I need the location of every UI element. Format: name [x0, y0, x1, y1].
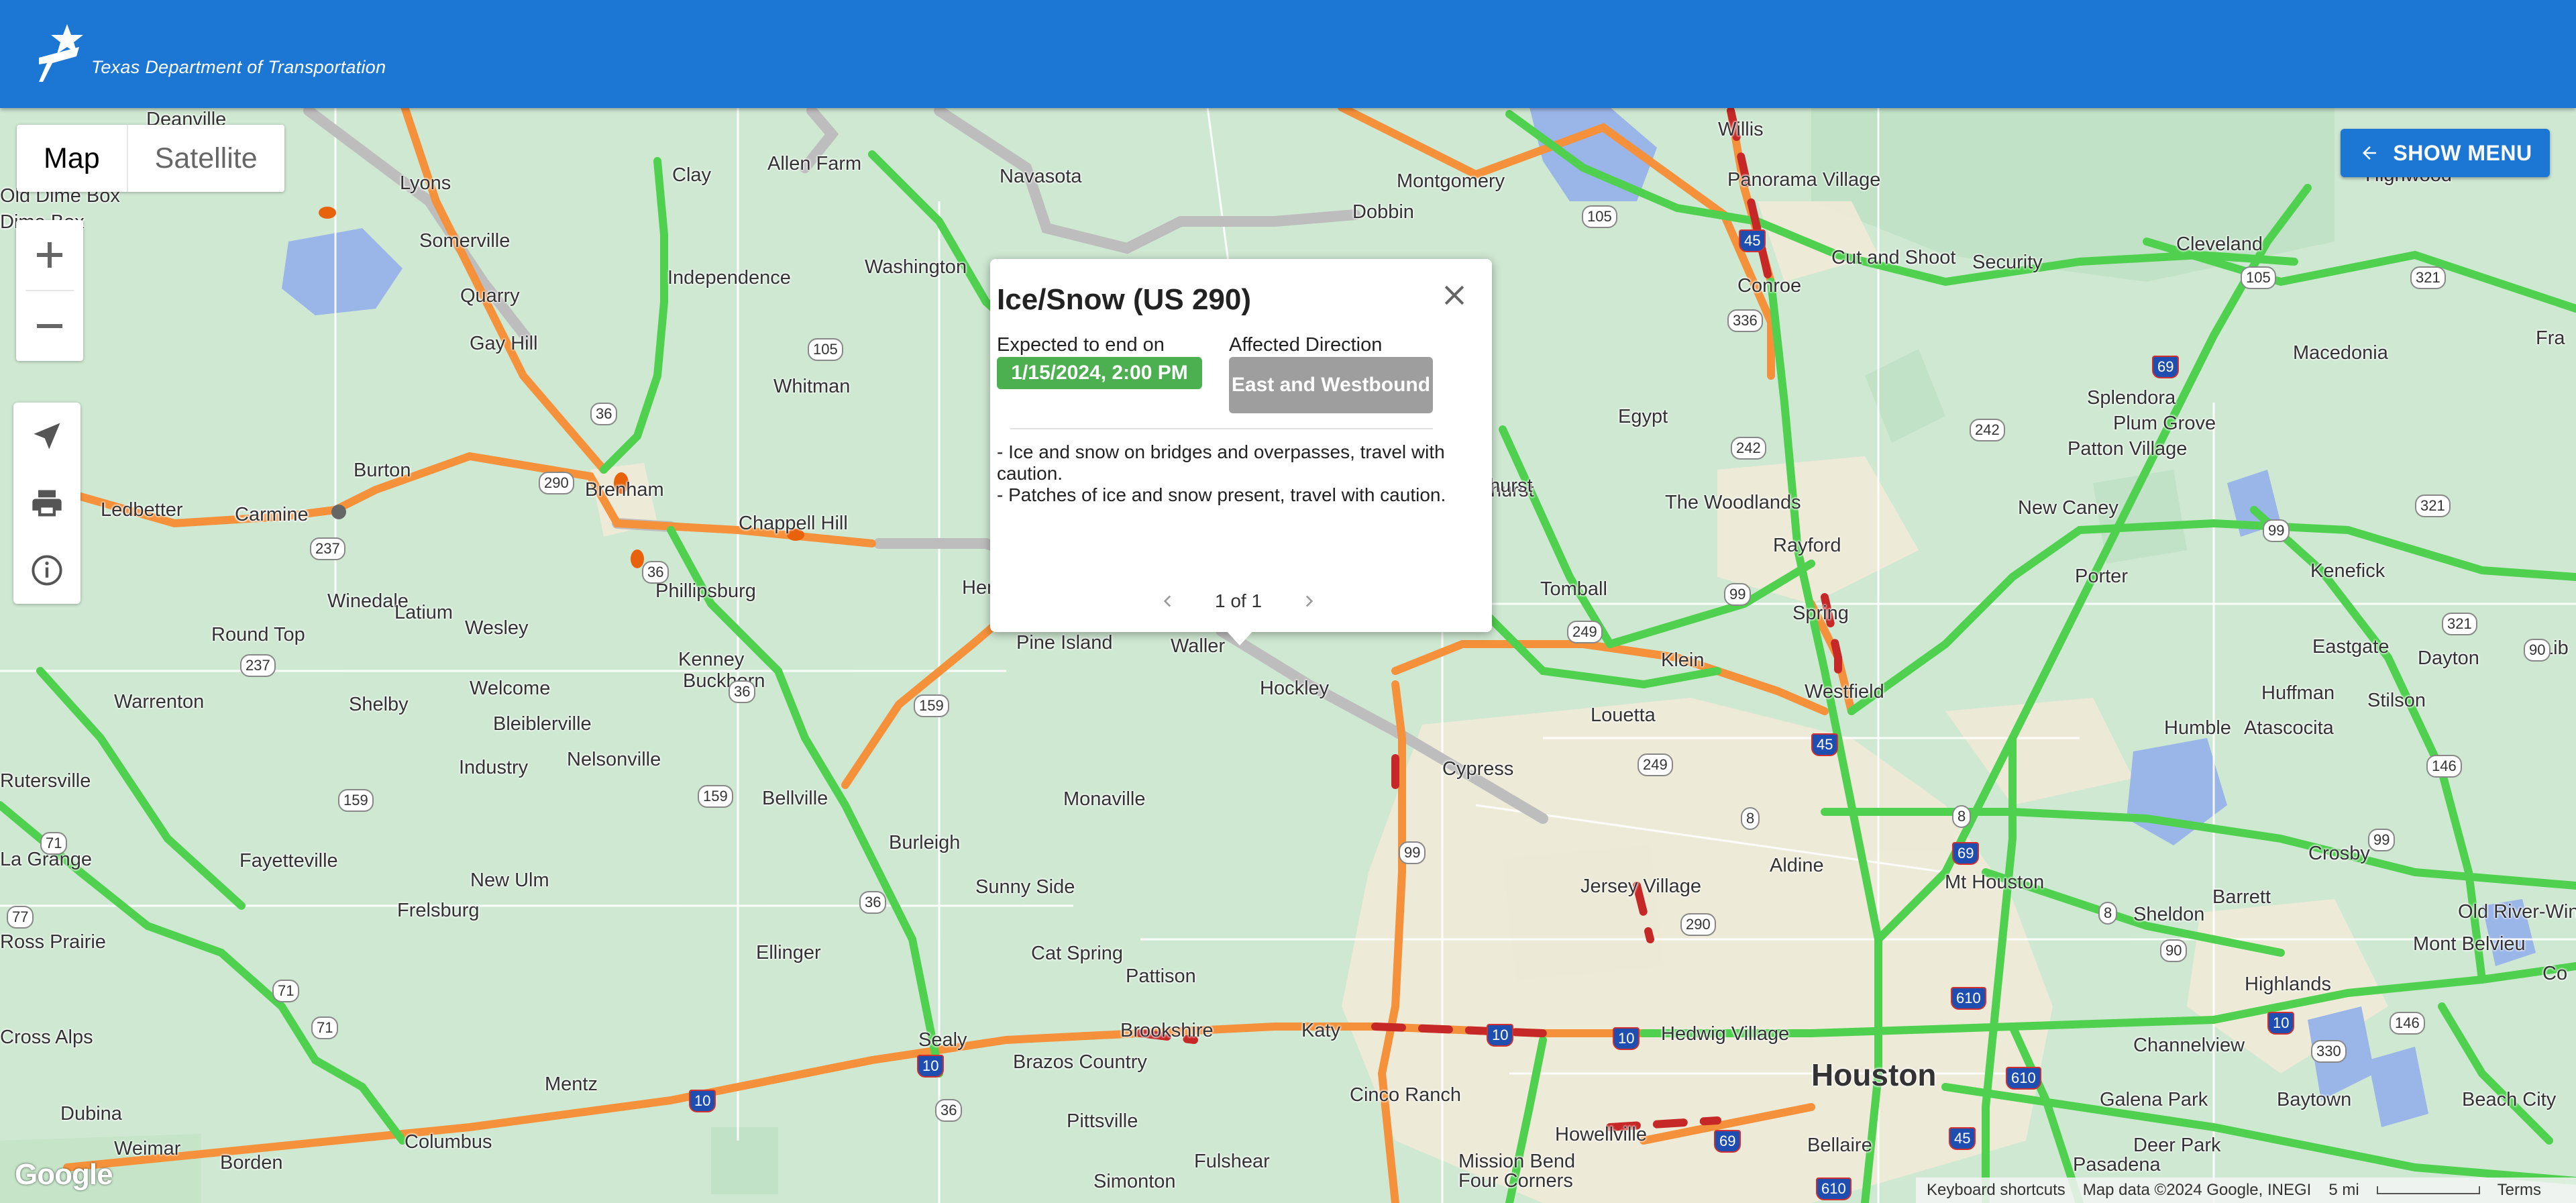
close-popup-button[interactable] — [1433, 274, 1476, 317]
locate-button[interactable] — [23, 413, 70, 460]
pager-count: 1 of 1 — [1214, 590, 1263, 611]
satellite-view-button[interactable]: Satellite — [126, 125, 284, 192]
info-icon — [32, 555, 62, 586]
navigation-arrow-icon — [34, 423, 60, 450]
google-logo[interactable]: Google — [15, 1158, 113, 1192]
scale-label[interactable]: 5 mi — [2328, 1181, 2359, 1200]
show-menu-label: SHOW MENU — [2393, 140, 2532, 165]
direction-label: Affected Direction — [1229, 334, 1383, 356]
end-date-label: Expected to end on — [997, 334, 1165, 356]
minus-icon — [37, 324, 62, 328]
direction-badge: East and Westbound — [1229, 357, 1433, 413]
chevron-right-icon — [1305, 595, 1313, 607]
map-data-text: Map data ©2024 Google, INEGI — [2082, 1181, 2312, 1199]
map-type-toggle: Map Satellite — [17, 125, 284, 192]
map-attribution: Keyboard shortcuts Map data ©2024 Google… — [1916, 1178, 2576, 1203]
plus-icon — [37, 242, 62, 268]
zoom-control — [16, 220, 83, 361]
map-view-button[interactable]: Map — [17, 125, 127, 192]
incident-popup: Ice/Snow (US 290) Expected to end on Aff… — [990, 259, 1492, 632]
print-button[interactable] — [23, 480, 70, 527]
end-date-badge: 1/15/2024, 2:00 PM — [997, 357, 1202, 389]
txdot-star-icon — [39, 24, 83, 82]
popup-divider — [1010, 428, 1433, 429]
app-header: Texas Department of Transportation — [0, 0, 2576, 108]
description-line: - Patches of ice and snow present, trave… — [997, 484, 1446, 505]
zoom-in-button[interactable] — [16, 220, 83, 290]
close-icon — [1444, 285, 1464, 305]
arrow-left-icon — [2363, 146, 2377, 160]
scale-bar — [2376, 1186, 2480, 1194]
popup-description: - Ice and snow on bridges and overpasses… — [997, 441, 1453, 506]
printer-icon — [32, 490, 62, 517]
previous-button[interactable] — [1148, 581, 1188, 621]
next-button[interactable] — [1289, 581, 1329, 621]
zoom-out-button[interactable] — [16, 291, 83, 361]
description-line: - Ice and snow on bridges and overpasses… — [997, 441, 1445, 484]
show-menu-button[interactable]: SHOW MENU — [2341, 129, 2550, 177]
terms-link[interactable]: Terms — [2498, 1181, 2541, 1200]
popup-pager: 1 of 1 — [1104, 581, 1373, 621]
chevron-left-icon — [1163, 595, 1171, 607]
info-button[interactable] — [23, 547, 70, 594]
txdot-logo[interactable]: Texas Department of Transportation — [39, 24, 386, 85]
popup-title: Ice/Snow (US 290) — [997, 283, 1252, 316]
agency-name: Texas Department of Transportation — [91, 57, 386, 77]
map-tools — [13, 403, 80, 604]
keyboard-shortcuts-link[interactable]: Keyboard shortcuts — [1927, 1181, 2065, 1200]
popup-pointer — [1225, 629, 1254, 645]
